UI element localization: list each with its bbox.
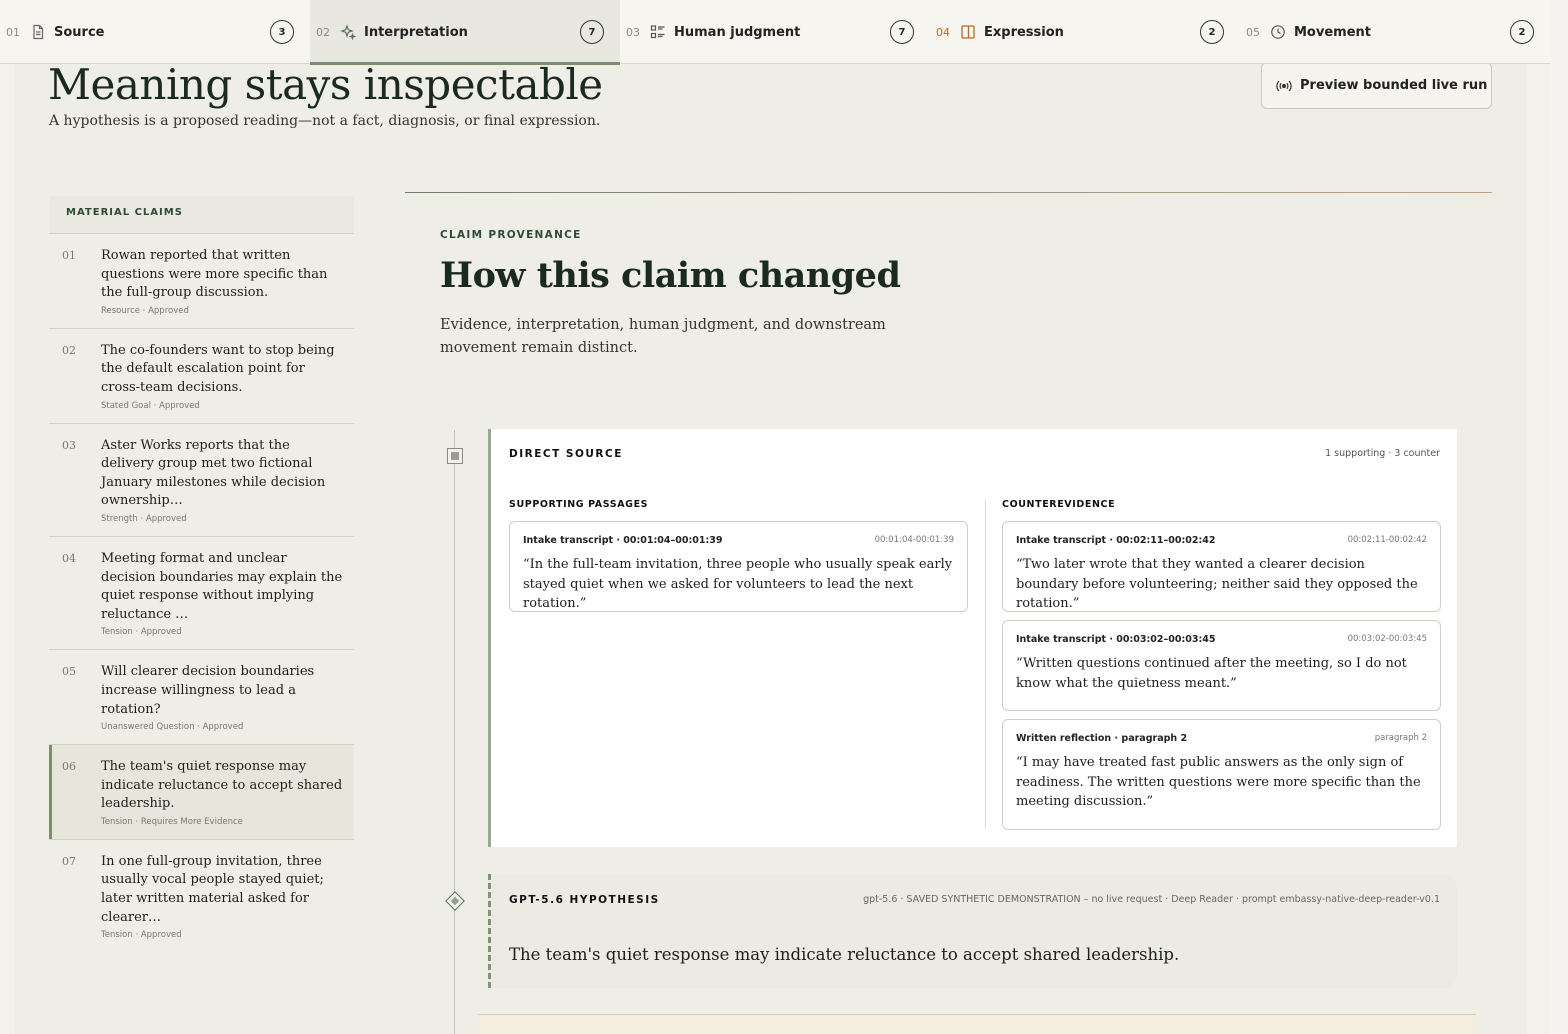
passage-timestamp: 00:02:11-00:02:42 <box>1347 535 1427 545</box>
passage-quote: “Two later wrote that they wanted a clea… <box>1016 557 1418 611</box>
direct-source-card: DIRECT SOURCE 1 supporting · 3 counter S… <box>488 429 1457 847</box>
tab-label: Human judgment <box>674 24 801 40</box>
claim-text: In one full-group invitation, three usua… <box>101 853 324 925</box>
claim-text: Will clearer decision boundaries increas… <box>101 664 315 717</box>
tab-label: Interpretation <box>364 24 468 40</box>
claim-number: 07 <box>62 854 76 868</box>
tab-count-badge: 7 <box>890 20 914 44</box>
claim-meta: Resource · Approved <box>101 305 189 316</box>
provenance-subtitle: Evidence, interpretation, human judgment… <box>440 317 886 356</box>
next-stage-card <box>478 1014 1476 1034</box>
claim-meta: Tension · Requires More Evidence <box>101 816 243 827</box>
claim-text: Aster Works reports that the delivery gr… <box>101 437 326 509</box>
background-window-edge <box>1550 0 1568 1034</box>
claim-text: Rowan reported that written questions we… <box>101 248 328 301</box>
tab-number: 01 <box>6 25 20 39</box>
tab-label: Expression <box>984 24 1064 40</box>
tab-source[interactable]: 01 Source 3 <box>0 0 310 64</box>
preview-live-run-button[interactable]: Preview bounded live run <box>1261 62 1492 109</box>
evidence-count: 1 supporting · 3 counter <box>1325 448 1440 459</box>
claim-item[interactable]: 02 The co-founders want to stop being th… <box>49 329 354 424</box>
provenance-eyebrow: CLAIM PROVENANCE <box>440 229 582 241</box>
counter-passage[interactable]: Written reflection · paragraph 2 paragra… <box>1002 719 1441 830</box>
broadcast-icon <box>1276 78 1292 94</box>
supporting-heading: SUPPORTING PASSAGES <box>509 499 649 510</box>
claim-number: 04 <box>62 551 76 565</box>
passage-source: Written reflection · paragraph 2 <box>1016 733 1188 744</box>
tab-number: 03 <box>626 25 640 39</box>
counter-heading: COUNTEREVIDENCE <box>1002 499 1116 510</box>
section-divider <box>405 192 1492 193</box>
panel-icon <box>960 24 976 40</box>
hypothesis-meta: gpt-5.6 · SAVED SYNTHETIC DEMONSTRATION … <box>863 894 1440 905</box>
provenance-title: How this claim changed <box>440 255 901 296</box>
claims-heading: MATERIAL CLAIMS <box>49 196 354 234</box>
tab-count-badge: 2 <box>1510 20 1534 44</box>
tab-count-badge: 3 <box>270 20 294 44</box>
tab-expression[interactable]: 04 Expression 2 <box>930 0 1240 64</box>
claim-meta: Stated Goal · Approved <box>101 400 200 411</box>
claim-item[interactable]: 04 Meeting format and unclear decision b… <box>49 537 354 651</box>
timeline-line <box>454 430 455 1034</box>
page-subtitle: A hypothesis is a proposed reading—not a… <box>49 113 601 129</box>
material-claims-list: MATERIAL CLAIMS 01 Rowan reported that w… <box>49 196 354 952</box>
hypothesis-eyebrow: GPT-5.6 HYPOTHESIS <box>509 894 660 906</box>
tab-number: 02 <box>316 25 330 39</box>
clock-icon <box>1270 24 1286 40</box>
tab-number: 05 <box>1246 25 1260 39</box>
document-icon <box>30 24 46 40</box>
claim-item-selected[interactable]: 06 The team's quiet response may indicat… <box>49 745 354 840</box>
claim-text: The team's quiet response may indicate r… <box>101 759 343 812</box>
passage-quote: “In the full-team invitation, three peop… <box>523 557 953 611</box>
claim-meta: Tension · Approved <box>101 930 182 941</box>
source-node-icon <box>447 448 463 464</box>
counter-passage[interactable]: Intake transcript · 00:03:02–00:03:45 00… <box>1002 620 1441 711</box>
column-divider <box>985 499 986 829</box>
claim-number: 03 <box>62 438 76 452</box>
claim-item[interactable]: 01 Rowan reported that written questions… <box>49 234 354 329</box>
claim-meta: Tension · Approved <box>101 627 182 638</box>
claim-meta: Unanswered Question · Approved <box>101 722 244 733</box>
claim-item[interactable]: 03 Aster Works reports that the delivery… <box>49 424 354 537</box>
supporting-passage[interactable]: Intake transcript · 00:01:04–00:01:39 00… <box>509 521 968 612</box>
tab-movement[interactable]: 05 Movement 2 <box>1240 0 1550 64</box>
tab-number: 04 <box>936 25 950 39</box>
counter-passage[interactable]: Intake transcript · 00:02:11–00:02:42 00… <box>1002 521 1441 612</box>
claim-number: 02 <box>62 343 76 357</box>
passage-timestamp: 00:01:04-00:01:39 <box>874 535 954 545</box>
passage-quote: “I may have treated fast public answers … <box>1016 755 1421 809</box>
tab-interpretation[interactable]: 02 Interpretation 7 <box>310 0 620 65</box>
passage-source: Intake transcript · 00:03:02–00:03:45 <box>1016 634 1216 645</box>
tab-label: Source <box>54 24 105 40</box>
claim-number: 05 <box>62 665 76 679</box>
tab-count-badge: 2 <box>1200 20 1224 44</box>
claim-text: Meeting format and unclear decision boun… <box>101 550 343 622</box>
passage-source: Intake transcript · 00:01:04–00:01:39 <box>523 535 723 546</box>
claim-number: 01 <box>62 249 76 262</box>
claim-text: The co-founders want to stop being the d… <box>101 342 335 395</box>
tab-count-badge: 7 <box>580 20 604 44</box>
passage-quote: “Written questions continued after the m… <box>1016 656 1407 691</box>
passage-timestamp: paragraph 2 <box>1374 733 1427 743</box>
app-page: 01 Source 3 02 Interpretation 7 03 Human… <box>0 0 1550 1034</box>
preview-button-label: Preview bounded live run <box>1300 78 1488 93</box>
checklist-icon <box>650 24 666 40</box>
tab-label: Movement <box>1294 24 1371 40</box>
claim-meta: Strength · Approved <box>101 513 187 524</box>
sparkle-icon <box>340 24 356 40</box>
hypothesis-card: GPT-5.6 HYPOTHESIS gpt-5.6 · SAVED SYNTH… <box>488 874 1457 988</box>
passage-source: Intake transcript · 00:02:11–00:02:42 <box>1016 535 1216 546</box>
claim-item[interactable]: 07 In one full-group invitation, three u… <box>49 840 354 952</box>
hypothesis-text: The team's quiet response may indicate r… <box>509 945 1180 964</box>
stage-tab-bar: 01 Source 3 02 Interpretation 7 03 Human… <box>0 0 1550 65</box>
passage-timestamp: 00:03:02-00:03:45 <box>1347 634 1427 644</box>
claim-item[interactable]: 05 Will clearer decision boundaries incr… <box>49 650 354 746</box>
page-title: Meaning stays inspectable <box>48 60 603 109</box>
claim-number: 06 <box>62 760 76 774</box>
tab-human-judgment[interactable]: 03 Human judgment 7 <box>620 0 930 64</box>
direct-source-eyebrow: DIRECT SOURCE <box>509 448 623 460</box>
